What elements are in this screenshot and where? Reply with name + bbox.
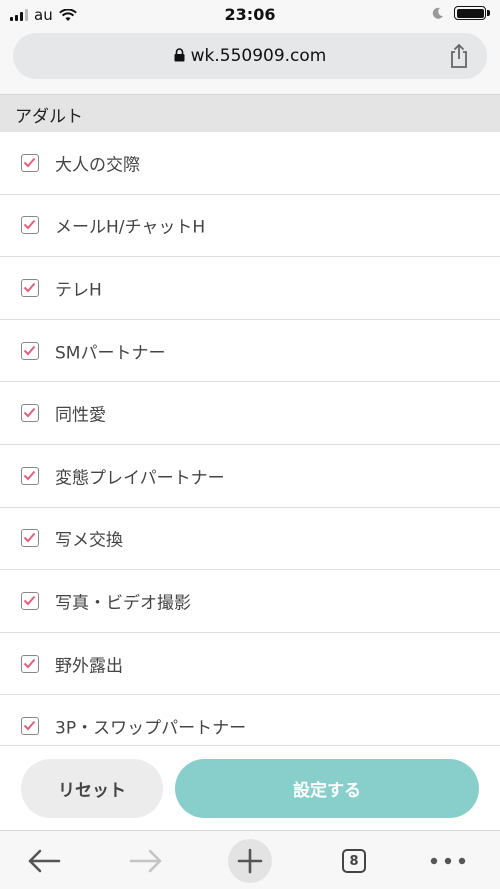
checkmark-icon — [23, 533, 36, 543]
status-bar: au 23:06 — [0, 0, 500, 30]
option-label: 変態プレイパートナー — [55, 468, 225, 489]
back-arrow-icon — [28, 849, 61, 873]
forward-arrow-icon — [129, 849, 162, 873]
list-item[interactable]: 野外露出 — [0, 633, 500, 696]
checkmark-icon — [23, 220, 36, 230]
checkmark-icon — [23, 720, 36, 731]
checkbox[interactable] — [21, 153, 39, 172]
option-label: 写メ交換 — [55, 530, 123, 551]
status-right — [432, 6, 490, 20]
list-item[interactable]: 変態プレイパートナー — [0, 445, 500, 508]
checkmark-icon — [23, 408, 36, 418]
checkmark-icon — [23, 282, 36, 293]
option-label: メールH/チャットH — [55, 217, 206, 238]
list-item[interactable]: 写メ交換 — [0, 508, 500, 571]
share-icon[interactable] — [447, 43, 471, 69]
list-item[interactable]: メールH/チャットH — [0, 195, 500, 258]
lock-icon — [174, 48, 185, 62]
checkbox[interactable] — [21, 654, 39, 673]
list-item[interactable]: テレH — [0, 257, 500, 320]
apply-button[interactable]: 設定する — [175, 759, 479, 818]
url-text: wk.550909.com — [190, 46, 327, 66]
new-tab-button[interactable] — [228, 839, 272, 883]
browser-toolbar: 8 — [0, 830, 500, 889]
list-item[interactable]: 同性愛 — [0, 382, 500, 445]
checkmark-icon — [23, 658, 36, 669]
checkbox[interactable] — [21, 341, 39, 360]
back-button[interactable] — [22, 839, 66, 883]
checkbox[interactable] — [21, 404, 39, 423]
forward-button[interactable] — [124, 839, 168, 883]
option-label: 大人の交際 — [55, 155, 140, 176]
checkbox[interactable] — [21, 216, 39, 235]
option-label: 写真・ビデオ撮影 — [55, 593, 191, 614]
list-item[interactable]: SMパートナー — [0, 320, 500, 383]
moon-icon — [432, 7, 443, 19]
option-label: SMパートナー — [55, 343, 166, 364]
checkbox[interactable] — [21, 466, 39, 485]
section-header: アダルト — [0, 94, 500, 132]
new-tab-plus-icon — [228, 839, 272, 883]
action-bar: リセット 設定する — [0, 745, 500, 830]
list-item[interactable]: 写真・ビデオ撮影 — [0, 570, 500, 633]
option-label: 同性愛 — [55, 405, 106, 426]
address-bar[interactable]: wk.550909.com — [13, 33, 487, 79]
list-item[interactable]: 大人の交際 — [0, 132, 500, 195]
checkmark-icon — [23, 470, 36, 481]
url-display[interactable]: wk.550909.com — [13, 46, 487, 66]
status-time: 23:06 — [224, 5, 276, 24]
option-list: 大人の交際 メールH/チャットH テレH SMパートナー 同性愛 変態プレイパー… — [0, 132, 500, 745]
tabs-icon: 8 — [342, 849, 366, 873]
option-label: 3P・スワップパートナー — [55, 718, 247, 739]
checkmark-icon — [23, 157, 36, 168]
battery-icon — [454, 6, 490, 20]
checkbox[interactable] — [21, 717, 39, 736]
list-item[interactable]: 3P・スワップパートナー — [0, 695, 500, 745]
address-bar-area: wk.550909.com — [0, 30, 500, 94]
checkbox[interactable] — [21, 529, 39, 548]
checkmark-icon — [23, 345, 36, 356]
tab-count: 8 — [349, 853, 359, 869]
checkbox[interactable] — [21, 591, 39, 610]
more-button[interactable] — [426, 839, 470, 883]
reset-button[interactable]: リセット — [21, 759, 163, 818]
section-title: アダルト — [15, 107, 83, 127]
more-icon — [430, 857, 466, 865]
tabs-button[interactable]: 8 — [332, 839, 376, 883]
checkbox[interactable] — [21, 278, 39, 297]
option-label: 野外露出 — [55, 656, 123, 677]
checkmark-icon — [23, 595, 36, 606]
option-label: テレH — [55, 280, 102, 301]
